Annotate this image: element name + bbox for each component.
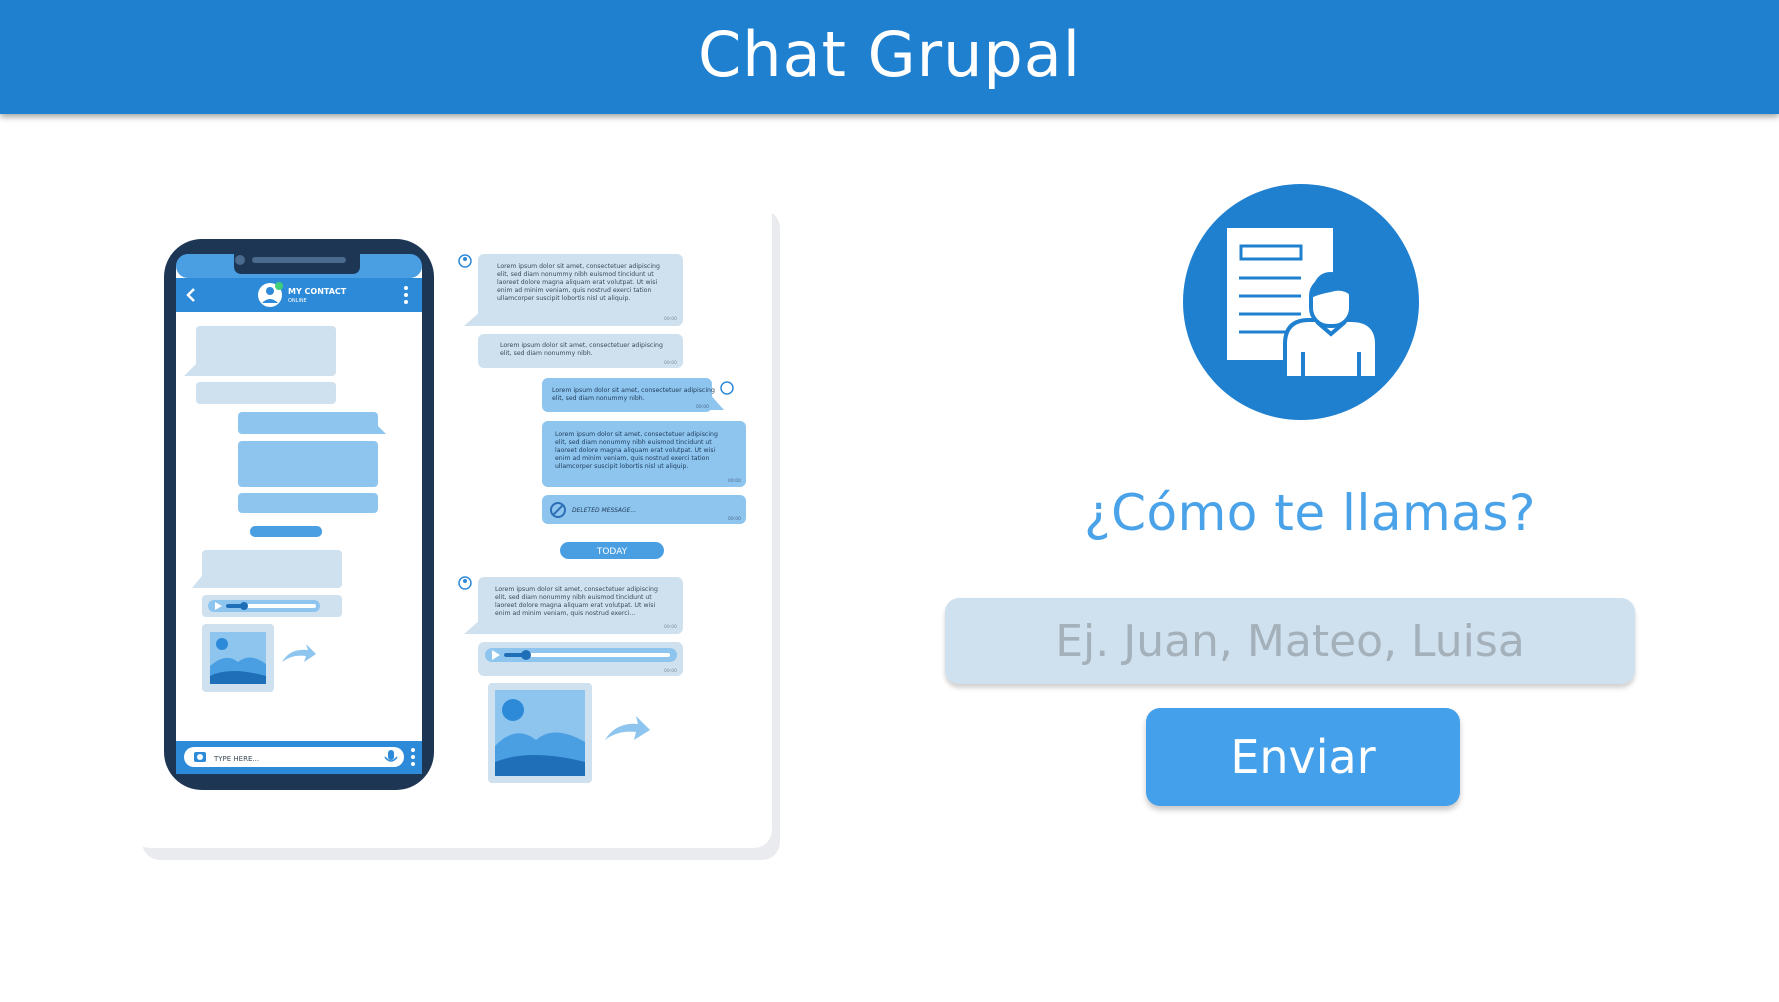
kebab-menu-icon	[404, 286, 408, 304]
svg-text:enim ad minim veniam, quis nos: enim ad minim veniam, quis nostrud exerc…	[497, 287, 651, 294]
compose-placeholder: TYPE HERE...	[213, 755, 259, 763]
name-question: ¿Cómo te llamas?	[1084, 484, 1536, 542]
svg-text:00:00: 00:00	[696, 404, 709, 410]
name-input[interactable]	[945, 598, 1635, 684]
svg-text:elit, sed diam nonummy nibh eu: elit, sed diam nonummy nibh euismod tinc…	[497, 271, 654, 278]
app-header: Chat Grupal	[0, 0, 1779, 114]
svg-text:Lorem ipsum dolor sit amet, co: Lorem ipsum dolor sit amet, consectetuer…	[500, 342, 663, 349]
svg-text:laoreet dolore magna aliquam e: laoreet dolore magna aliquam erat volutp…	[497, 279, 657, 286]
svg-text:00:00: 00:00	[728, 478, 741, 484]
svg-text:00:00: 00:00	[664, 316, 677, 322]
microphone-icon	[388, 750, 394, 760]
svg-text:00:00: 00:00	[664, 624, 677, 630]
svg-text:TODAY: TODAY	[596, 547, 628, 557]
svg-text:00:00: 00:00	[728, 516, 741, 522]
phone-mockup: MY CONTACT ONLINE TYPE HERE...	[164, 239, 434, 790]
svg-text:elit, sed diam nonummy nibh eu: elit, sed diam nonummy nibh euismod tinc…	[555, 439, 712, 446]
chat-illustration: MY CONTACT ONLINE TYPE HERE... Lorem ips…	[130, 196, 790, 866]
svg-text:DELETED MESSAGE...: DELETED MESSAGE...	[572, 507, 636, 514]
svg-text:Lorem ipsum dolor sit amet, co: Lorem ipsum dolor sit amet, consectetuer…	[495, 586, 658, 593]
send-button[interactable]: Enviar	[1146, 708, 1460, 806]
svg-text:elit, sed diam nonummy nibh.: elit, sed diam nonummy nibh.	[552, 395, 645, 402]
user-document-icon	[1183, 184, 1419, 420]
svg-text:00:00: 00:00	[664, 668, 677, 674]
svg-text:Lorem ipsum dolor sit amet, co: Lorem ipsum dolor sit amet, consectetuer…	[555, 431, 718, 438]
svg-text:ullamcorper suscipit lobortis: ullamcorper suscipit lobortis nisl ut al…	[555, 463, 688, 470]
chat-illustration-svg: MY CONTACT ONLINE TYPE HERE... Lorem ips…	[132, 198, 780, 860]
svg-text:ullamcorper suscipit lobortis: ullamcorper suscipit lobortis nisl ut al…	[497, 295, 630, 302]
svg-text:laoreet dolore magna aliquam e: laoreet dolore magna aliquam erat volutp…	[495, 602, 655, 609]
svg-text:00:00: 00:00	[664, 360, 677, 366]
page-title: Chat Grupal	[698, 17, 1081, 91]
svg-text:elit, sed diam nonummy nibh eu: elit, sed diam nonummy nibh euismod tinc…	[495, 594, 652, 601]
svg-text:Lorem ipsum dolor sit amet, co: Lorem ipsum dolor sit amet, consectetuer…	[552, 387, 715, 394]
svg-text:Lorem ipsum dolor sit amet, co: Lorem ipsum dolor sit amet, consectetuer…	[497, 263, 660, 270]
svg-text:enim ad minim veniam, quis nos: enim ad minim veniam, quis nostrud exerc…	[555, 455, 709, 462]
svg-text:laoreet dolore magna aliquam e: laoreet dolore magna aliquam erat volutp…	[555, 447, 715, 454]
svg-text:enim ad minim veniam, quis nos: enim ad minim veniam, quis nostrud exerc…	[495, 610, 635, 617]
contact-name: MY CONTACT	[288, 287, 347, 296]
contact-status: ONLINE	[288, 298, 307, 304]
svg-text:elit, sed diam nonummy nibh.: elit, sed diam nonummy nibh.	[500, 350, 593, 357]
